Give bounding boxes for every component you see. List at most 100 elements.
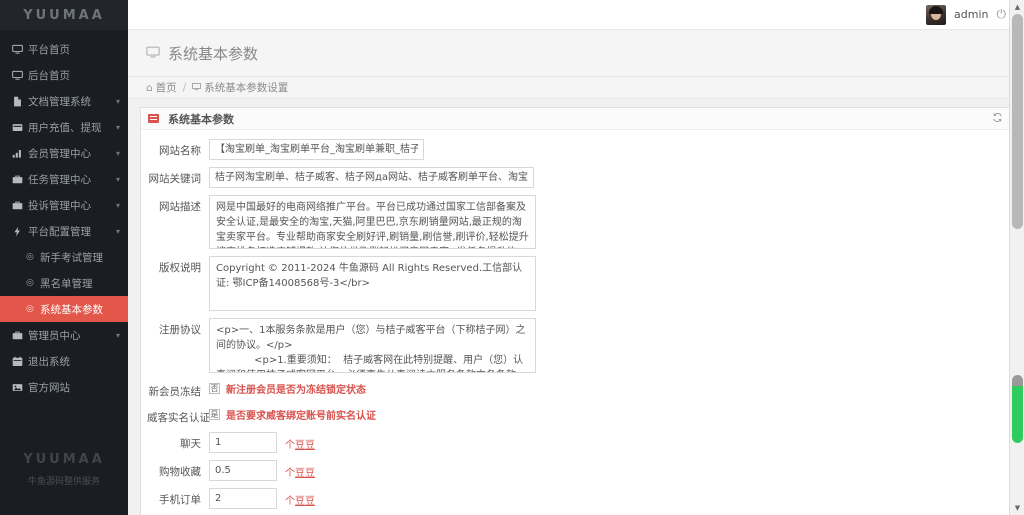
sidebar-item-label: 用户充值、提现: [28, 120, 114, 135]
sidebar-item-label: 平台配置管理: [28, 224, 114, 239]
sidebar-subitem-system-params[interactable]: ◎ 系统基本参数: [0, 296, 128, 322]
sidebar-subitem-label: 新手考试管理: [40, 250, 103, 265]
system-params-panel: 系统基本参数 网站名称 网站关键词: [140, 107, 1012, 515]
monitor-icon: [12, 44, 28, 55]
image-icon: [12, 382, 28, 393]
field-row-protocol: 注册协议 <p>一、1本服务条款是用户（您）与桔子威客平台（下称桔子网）之间的协…: [147, 318, 1005, 373]
sidebar: YUUMAA 平台首页 后台首页 文档管理系统 ▾: [0, 0, 128, 515]
page-title: 系统基本参数: [146, 43, 1024, 64]
sidebar-item-label: 会员管理中心: [28, 146, 114, 161]
calendar-icon: [12, 356, 28, 367]
site-keywords-input[interactable]: [209, 167, 534, 188]
unit-link[interactable]: 豆豆: [295, 496, 315, 507]
chevron-down-icon: ▾: [116, 201, 120, 210]
sidebar-item-task-center[interactable]: 任务管理中心 ▾: [0, 166, 128, 192]
unit-prefix: 个: [285, 496, 295, 507]
field-label: 网站描述: [147, 195, 209, 214]
monitor-icon: [192, 82, 201, 94]
chevron-down-icon: ▾: [116, 175, 120, 184]
chevron-down-icon: ▾: [116, 123, 120, 132]
sidebar-item-document-system[interactable]: 文档管理系统 ▾: [0, 88, 128, 114]
sidebar-footer-brand: YUUMAA: [0, 452, 128, 467]
new-member-freeze-group: 否 新注册会员是否为冻结锁定状态: [209, 380, 366, 396]
sidebar-item-member-center[interactable]: 会员管理中心 ▾: [0, 140, 128, 166]
sidebar-brand: YUUMAA: [0, 0, 128, 30]
sidebar-footer: YUUMAA 牛鱼源码整供服务: [0, 452, 128, 487]
sidebar-item-platform-config[interactable]: 平台配置管理 ▾: [0, 218, 128, 244]
main-area: admin ⏻ 系统基本参数 ⌂ 首页 / 系统基本参数设置: [128, 0, 1024, 515]
numeric-value-input[interactable]: [209, 460, 277, 481]
sidebar-item-admin-center[interactable]: 管理员中心 ▾: [0, 322, 128, 348]
sidebar-item-label: 平台首页: [28, 42, 120, 57]
list-icon: [148, 114, 159, 123]
scrollbar-thumb-lower[interactable]: [1012, 375, 1023, 443]
unit-prefix: 个: [285, 468, 295, 479]
sidebar-item-logout[interactable]: 退出系统: [0, 348, 128, 374]
refresh-icon[interactable]: [992, 112, 1003, 126]
field-control: 是 是否要求威客绑定账号前实名认证: [209, 406, 1005, 422]
scroll-down-arrow[interactable]: ▼: [1010, 501, 1024, 515]
panel-title: 系统基本参数: [168, 111, 234, 127]
numeric-value-input[interactable]: [209, 432, 277, 453]
app-root: YUUMAA 平台首页 后台首页 文档管理系统 ▾: [0, 0, 1024, 515]
protocol-textarea[interactable]: <p>一、1本服务条款是用户（您）与桔子威客平台（下称桔子网）之间的协议。</p…: [209, 318, 536, 373]
numeric-rows-container: 聊天个豆豆购物收藏个豆豆手机订单个豆豆旺旺收架个豆豆浏览到底个豆豆好评基图个豆豆…: [147, 432, 1005, 515]
breadcrumb-item-home[interactable]: 首页: [156, 80, 177, 95]
power-icon[interactable]: ⏻: [997, 7, 1007, 22]
numeric-value-input[interactable]: [209, 488, 277, 509]
field-control: 个豆豆: [209, 432, 1005, 453]
field-control: 个豆豆: [209, 488, 1005, 509]
sidebar-item-label: 退出系统: [28, 354, 120, 369]
field-label: 网站关键词: [147, 167, 209, 186]
sidebar-footer-subtitle: 牛鱼源码整供服务: [0, 474, 128, 487]
new-member-freeze-checkbox[interactable]: 否: [209, 383, 220, 394]
site-name-input[interactable]: [209, 139, 424, 160]
bar-chart-icon: [12, 148, 28, 159]
worker-realname-checkbox[interactable]: 是: [209, 409, 220, 420]
field-label: 新会员冻结: [147, 380, 209, 399]
field-label: 购物收藏: [147, 460, 209, 479]
breadcrumb-item-current: 系统基本参数设置: [204, 80, 288, 95]
copyright-textarea[interactable]: Copyright © 2011-2024 牛鱼源码 All Rights Re…: [209, 256, 536, 311]
unit-label: 个豆豆: [285, 432, 315, 451]
bolt-icon: [12, 226, 28, 237]
avatar: [926, 5, 946, 25]
new-member-freeze-hint: 新注册会员是否为冻结锁定状态: [226, 381, 366, 396]
field-row-site-name: 网站名称: [147, 139, 1005, 160]
site-desc-textarea[interactable]: 网是中国最好的电商网络推广平台。平台已成功通过国家工信部备案及安全认证,是最安全…: [209, 195, 536, 249]
sidebar-nav: 平台首页 后台首页 文档管理系统 ▾ 用户充值、提现 ▾: [0, 30, 128, 400]
chevron-down-icon: ▾: [116, 331, 120, 340]
field-control: <p>一、1本服务条款是用户（您）与桔子威客平台（下称桔子网）之间的协议。</p…: [209, 318, 1005, 373]
unit-link[interactable]: 豆豆: [295, 440, 315, 451]
sidebar-item-complaint-center[interactable]: 投诉管理中心 ▾: [0, 192, 128, 218]
field-row-numeric: 手机订单个豆豆: [147, 488, 1005, 509]
unit-link[interactable]: 豆豆: [295, 468, 315, 479]
username-label: admin: [954, 8, 988, 21]
file-icon: [12, 96, 28, 107]
field-control: 网是中国最好的电商网络推广平台。平台已成功通过国家工信部备案及安全认证,是最安全…: [209, 195, 1005, 249]
field-label: 手机订单: [147, 488, 209, 507]
sidebar-item-label: 文档管理系统: [28, 94, 114, 109]
field-label: 注册协议: [147, 318, 209, 337]
sidebar-subitem-label: 系统基本参数: [40, 302, 103, 317]
field-label: 网站名称: [147, 139, 209, 158]
scrollbar-thumb-upper[interactable]: [1012, 14, 1023, 229]
circle-icon: ◎: [26, 304, 40, 314]
sidebar-item-platform-home[interactable]: 平台首页: [0, 36, 128, 62]
scroll-up-arrow[interactable]: ▲: [1010, 0, 1024, 14]
sidebar-subitem-newbie-exam[interactable]: ◎ 新手考试管理: [0, 244, 128, 270]
page-scrollbar[interactable]: ▲ ▼: [1009, 0, 1024, 515]
home-icon: ⌂: [146, 82, 153, 94]
worker-realname-hint: 是否要求威客绑定账号前实名认证: [226, 407, 376, 422]
sidebar-item-recharge-withdraw[interactable]: 用户充值、提现 ▾: [0, 114, 128, 140]
user-menu[interactable]: admin ⏻: [926, 5, 1006, 25]
sidebar-item-official-site[interactable]: 官方网站: [0, 374, 128, 400]
sidebar-subitem-blacklist[interactable]: ◎ 黑名单管理: [0, 270, 128, 296]
sidebar-item-admin-home[interactable]: 后台首页: [0, 62, 128, 88]
chevron-down-icon: ▾: [116, 149, 120, 158]
sidebar-brand-text: YUUMAA: [23, 8, 105, 23]
unit-prefix: 个: [285, 440, 295, 451]
unit-label: 个豆豆: [285, 460, 315, 479]
chevron-down-icon: ▾: [116, 227, 120, 236]
field-row-numeric: 购物收藏 个豆豆: [147, 460, 1005, 481]
